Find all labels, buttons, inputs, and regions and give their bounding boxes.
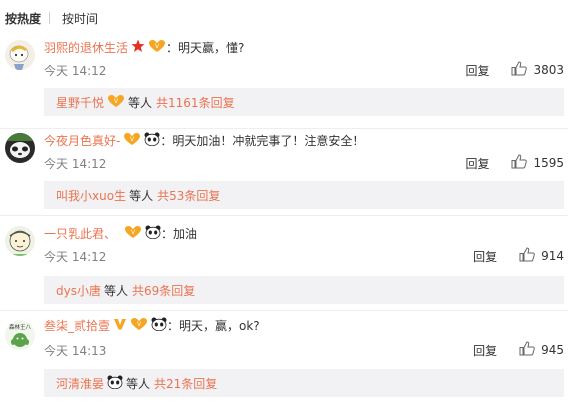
username[interactable]: 羽熙的退休生活: [44, 39, 128, 56]
like-count: 914: [541, 249, 564, 263]
thumbs-up-icon: [519, 341, 535, 359]
thumbs-up-icon: [519, 247, 535, 265]
comment-meta: 今天 14:12 回复 3803: [44, 61, 564, 79]
reply-etc: 等人: [103, 283, 128, 298]
comment-meta: 今天 14:13 回复 945: [44, 341, 564, 359]
like-button[interactable]: 914: [519, 247, 564, 265]
comment-meta: 今天 14:12 回复 914: [44, 247, 564, 265]
fan-badge-icon: V: [123, 132, 141, 149]
sort-divider: [49, 12, 51, 24]
reply-username[interactable]: dys小唐: [56, 282, 101, 299]
red-star-icon: [131, 39, 145, 56]
reply-etc: 等人: [128, 95, 153, 110]
comment-header: 叁柒_贰拾壹 V ：明天，赢，ok?: [44, 317, 260, 334]
comment-header: 今夜月色真好- V ：明天加油！冲就完事了！注意安全！: [44, 132, 364, 149]
comment-text: ：明天赢，懂?: [166, 41, 245, 55]
verified-v-icon: [113, 317, 127, 334]
comment-header: 羽熙的退休生活 V ：明天赢，懂?: [44, 39, 244, 56]
more-replies-link[interactable]: 共53条回复: [157, 187, 220, 204]
avatar[interactable]: [5, 133, 35, 163]
timestamp: 今天 14:12: [44, 156, 107, 171]
comment-divider: [0, 128, 568, 129]
avatar[interactable]: [5, 40, 35, 70]
like-count: 3803: [533, 63, 564, 77]
reply-etc: 等人: [126, 376, 151, 391]
timestamp: 今天 14:13: [44, 343, 107, 358]
fan-badge-icon: V: [148, 39, 166, 56]
username[interactable]: 今夜月色真好-: [44, 132, 120, 149]
username[interactable]: 叁柒_贰拾壹: [44, 317, 110, 334]
reply-etc: 等人: [129, 188, 154, 203]
like-button[interactable]: 3803: [511, 61, 564, 79]
fan-badge-icon: V: [130, 317, 148, 334]
sort-by-hot[interactable]: 按热度: [5, 10, 41, 27]
reply-button[interactable]: 回复: [465, 62, 489, 79]
reply-preview: dys小唐 等人 共69条回复: [44, 276, 564, 304]
reply-username[interactable]: 星野千悦: [56, 94, 104, 111]
like-count: 1595: [533, 156, 564, 170]
reply-username[interactable]: 叫我小xuo生: [56, 187, 126, 204]
reply-button[interactable]: 回复: [473, 342, 497, 359]
comment-divider: [0, 310, 568, 311]
panda-icon: [145, 225, 161, 242]
like-button[interactable]: 945: [519, 341, 564, 359]
more-replies-link[interactable]: 共1161条回复: [156, 94, 235, 111]
username[interactable]: 一只乳此君、: [44, 225, 116, 242]
sort-by-time[interactable]: 按时间: [62, 10, 98, 27]
avatar[interactable]: [5, 226, 35, 256]
reply-button[interactable]: 回复: [465, 155, 489, 172]
comment-text: ：明天，赢，ok?: [167, 319, 260, 333]
sort-bar: 按热度 按时间: [0, 0, 568, 36]
comment-header: 一只乳此君、 V ：加油: [44, 225, 197, 242]
reply-username[interactable]: 河清淮晏: [56, 375, 104, 392]
timestamp: 今天 14:12: [44, 63, 107, 78]
reply-preview: 星野千悦 V 等人 共1161条回复: [44, 88, 564, 116]
fan-badge-icon: V: [107, 94, 125, 111]
thumbs-up-icon: [511, 61, 528, 79]
avatar[interactable]: 森林王八: [5, 320, 35, 350]
more-replies-link[interactable]: 共21条回复: [154, 375, 217, 392]
thumbs-up-icon: [511, 154, 528, 172]
fan-badge-icon: V: [124, 225, 142, 242]
more-replies-link[interactable]: 共69条回复: [132, 282, 195, 299]
svg-text:森林王八: 森林王八: [9, 323, 32, 331]
reply-button[interactable]: 回复: [473, 248, 497, 265]
reply-preview: 河清淮晏 等人 共21条回复: [44, 369, 564, 397]
like-count: 945: [541, 343, 564, 357]
reply-preview: 叫我小xuo生 等人 共53条回复: [44, 181, 564, 209]
panda-icon: [151, 317, 167, 334]
comment-meta: 今天 14:12 回复 1595: [44, 154, 564, 172]
like-button[interactable]: 1595: [511, 154, 564, 172]
panda-icon: [144, 132, 160, 149]
comment-text: ：加油: [161, 227, 198, 241]
timestamp: 今天 14:12: [44, 249, 107, 264]
comment-text: ：明天加油！冲就完事了！注意安全！: [160, 134, 365, 148]
panda-icon: [107, 375, 123, 392]
comment-divider: [0, 215, 568, 216]
